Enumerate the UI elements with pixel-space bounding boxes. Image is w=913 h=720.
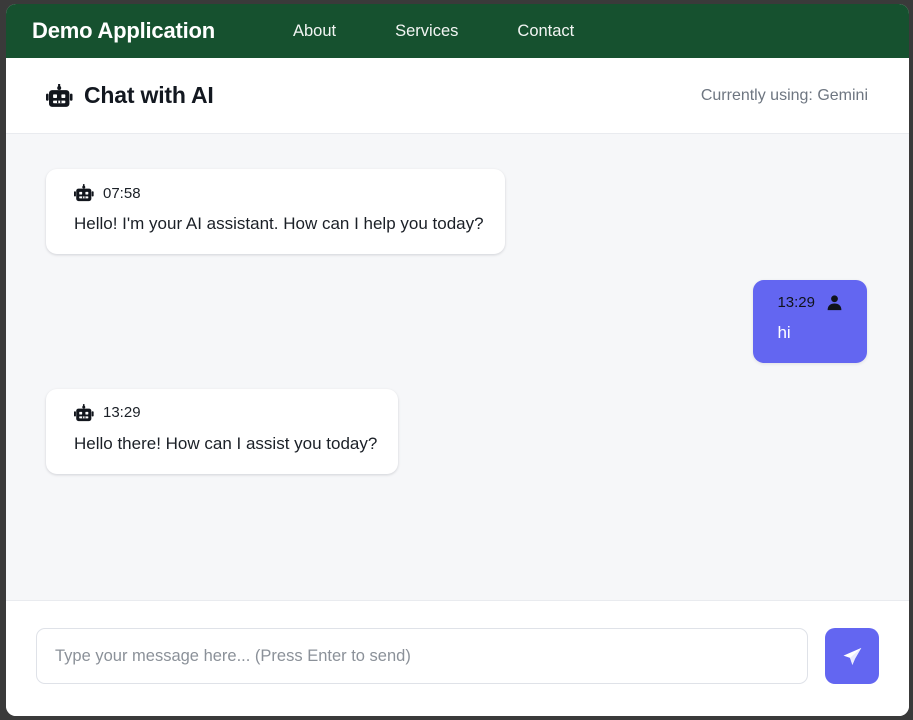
browser-window: Demo Application About Services Contact xyxy=(6,4,909,716)
nav-link-about[interactable]: About xyxy=(291,18,338,45)
user-message-bubble: 13:29 hi xyxy=(753,279,867,363)
nav-link-contact[interactable]: Contact xyxy=(515,18,576,45)
chat-header: Chat with AI Currently using: Gemini xyxy=(6,58,909,134)
message-meta: 13:29 xyxy=(74,403,377,422)
message-input[interactable] xyxy=(36,628,808,684)
ai-message-bubble: 07:58 Hello! I'm your AI assistant. How … xyxy=(46,169,505,254)
message-row: 07:58 Hello! I'm your AI assistant. How … xyxy=(46,169,867,254)
chat-title-wrap: Chat with AI xyxy=(46,82,214,109)
paper-plane-icon xyxy=(841,645,864,668)
message-list[interactable]: 07:58 Hello! I'm your AI assistant. How … xyxy=(6,134,909,600)
nav-links: About Services Contact xyxy=(291,18,631,45)
message-timestamp: 13:29 xyxy=(777,293,815,311)
nav-link-services[interactable]: Services xyxy=(393,18,460,45)
robot-icon xyxy=(74,184,94,202)
composer xyxy=(6,600,909,716)
person-icon xyxy=(826,294,843,311)
message-meta: 13:29 xyxy=(777,294,843,311)
message-row: 13:29 Hello there! How can I assist you … xyxy=(46,388,867,474)
message-timestamp: 07:58 xyxy=(103,184,141,202)
robot-icon xyxy=(74,403,94,422)
message-meta: 07:58 xyxy=(74,184,484,202)
page-title: Chat with AI xyxy=(84,82,214,108)
robot-icon xyxy=(46,83,73,108)
message-text: Hello! I'm your AI assistant. How can I … xyxy=(74,214,484,233)
message-text: hi xyxy=(777,322,791,342)
model-status: Currently using: Gemini xyxy=(700,86,868,104)
ai-message-bubble: 13:29 Hello there! How can I assist you … xyxy=(46,388,399,474)
message-timestamp: 13:29 xyxy=(103,404,141,422)
message-row: 13:29 hi xyxy=(46,279,867,363)
brand-title: Demo Application xyxy=(32,18,215,43)
message-text: Hello there! How can I assist you today? xyxy=(74,433,378,453)
send-button[interactable] xyxy=(825,628,879,684)
top-navbar: Demo Application About Services Contact xyxy=(6,4,909,58)
